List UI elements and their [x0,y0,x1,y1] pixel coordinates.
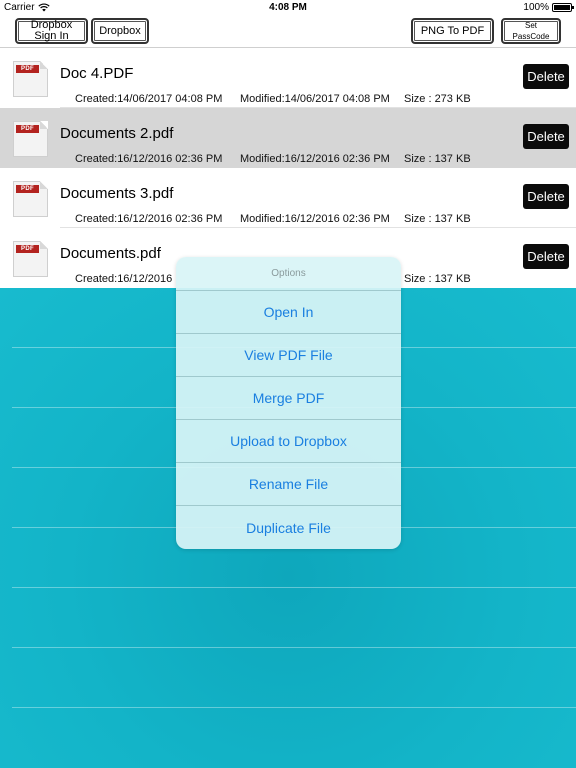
file-size: Size : 273 KB [404,93,471,105]
file-modified: Modified:16/12/2016 02:36 PM [240,213,390,225]
divider-line [12,707,576,708]
set-passcode-button[interactable]: Set PassCode [501,18,561,44]
file-created: Created:16/12/2016 02:36 PM [75,213,223,225]
pdf-badge: PDF [16,185,39,193]
dropbox-signin-button[interactable]: Dropbox Sign In [15,18,88,44]
file-row[interactable]: PDF Documents 3.pdf Created:16/12/2016 0… [0,168,576,228]
pdf-badge: PDF [16,125,39,133]
divider-line [12,647,576,648]
pdf-file-icon: PDF [13,61,48,97]
rename-file-option[interactable]: Rename File [176,463,401,506]
delete-button[interactable]: Delete [523,184,569,209]
file-size: Size : 137 KB [404,153,471,165]
file-row[interactable]: PDF Doc 4.PDF Created:14/06/2017 04:08 P… [0,48,576,108]
merge-pdf-option[interactable]: Merge PDF [176,377,401,420]
view-pdf-option[interactable]: View PDF File [176,334,401,377]
file-created: Created:16/12/2016 [75,273,173,285]
file-size: Size : 137 KB [404,273,471,285]
duplicate-file-option[interactable]: Duplicate File [176,506,401,549]
status-bar: Carrier 4:08 PM 100% [0,0,576,16]
pdf-badge: PDF [16,245,39,253]
file-list: PDF Doc 4.PDF Created:14/06/2017 04:08 P… [0,48,576,288]
file-name: Doc 4.PDF [60,65,134,82]
dropbox-button[interactable]: Dropbox [91,18,149,44]
file-created: Created:14/06/2017 04:08 PM [75,93,223,105]
upload-dropbox-option[interactable]: Upload to Dropbox [176,420,401,463]
png-to-pdf-button[interactable]: PNG To PDF [411,18,494,44]
file-created: Created:16/12/2016 02:36 PM [75,153,223,165]
pdf-file-icon: PDF [13,241,48,277]
delete-button[interactable]: Delete [523,244,569,269]
battery-icon [552,3,574,12]
file-name: Documents.pdf [60,245,161,262]
file-modified: Modified:14/06/2017 04:08 PM [240,93,390,105]
file-modified: Modified:16/12/2016 02:36 PM [240,153,390,165]
open-in-option[interactable]: Open In [176,291,401,334]
file-name: Documents 2.pdf [60,125,174,142]
pdf-file-icon: PDF [13,121,48,157]
pdf-badge: PDF [16,65,39,73]
delete-button[interactable]: Delete [523,124,569,149]
pdf-file-icon: PDF [13,181,48,217]
status-battery: 100% [523,2,574,13]
file-size: Size : 137 KB [404,213,471,225]
status-time: 4:08 PM [269,2,307,13]
divider-line [12,587,576,588]
options-popover: Options Open In View PDF File Merge PDF … [176,257,401,549]
file-name: Documents 3.pdf [60,185,174,202]
toolbar: Dropbox Sign In Dropbox PNG To PDF Set P… [0,16,576,48]
options-title: Options [176,257,401,291]
file-row-selected[interactable]: PDF Documents 2.pdf Created:16/12/2016 0… [0,108,576,168]
battery-percent: 100% [523,2,549,13]
delete-button[interactable]: Delete [523,64,569,89]
